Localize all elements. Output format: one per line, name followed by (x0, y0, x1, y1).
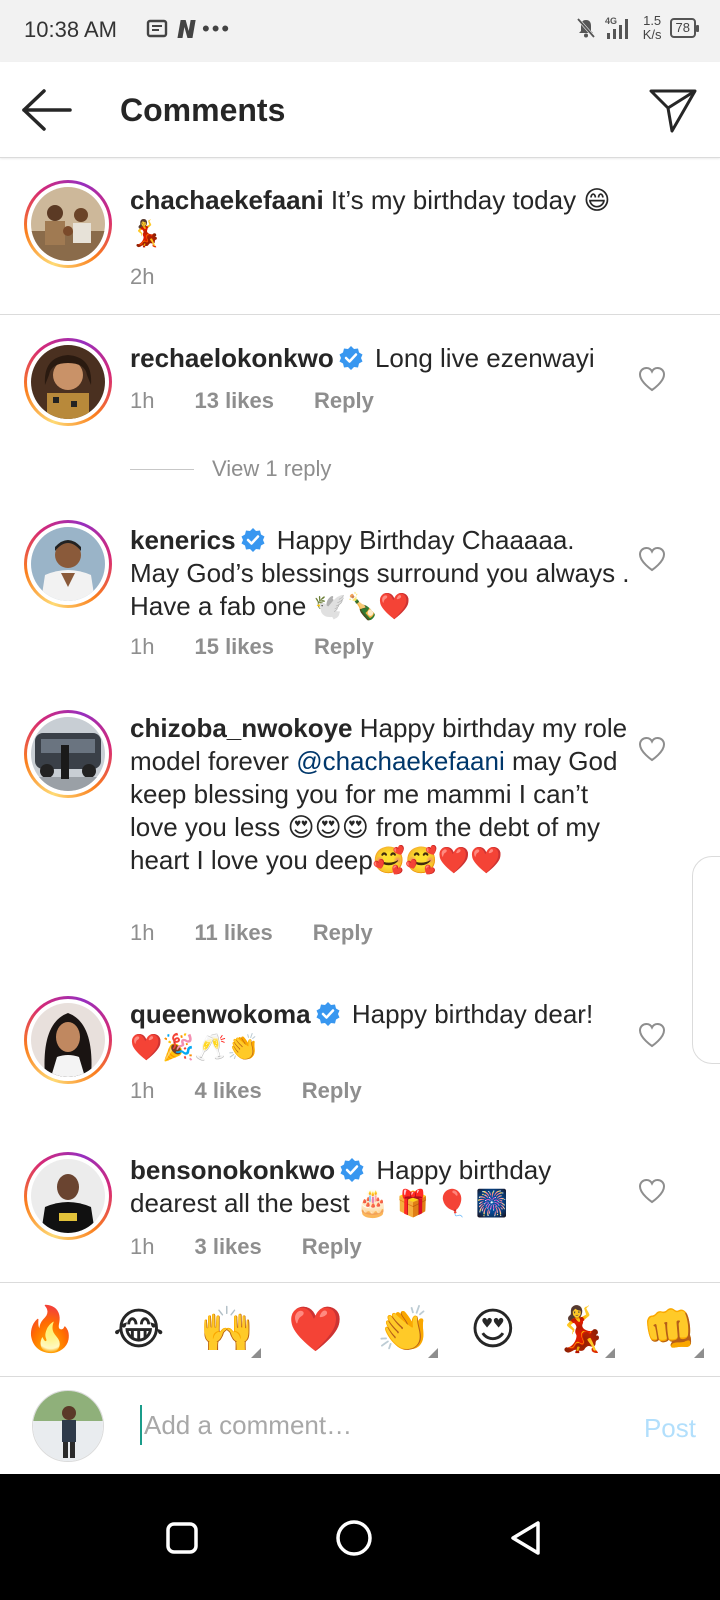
reply-button[interactable]: Reply (313, 920, 373, 946)
mention-link[interactable]: @chachaekefaani (296, 746, 505, 776)
comment-likes[interactable]: 11 likes (194, 920, 272, 946)
like-heart-icon[interactable] (638, 1022, 666, 1048)
back-nav-icon[interactable] (506, 1518, 546, 1558)
reply-button[interactable]: Reply (314, 388, 374, 414)
comment-likes[interactable]: 3 likes (194, 1234, 261, 1260)
network-speed: 1.5 K/s (642, 13, 662, 42)
status-right-icons: 4G 1.5 K/s 78 (575, 13, 700, 42)
caption-divider (0, 314, 720, 315)
comment-meta: 1h 4 likes Reply (130, 1078, 362, 1104)
reply-button[interactable]: Reply (314, 634, 374, 660)
comments-header: Comments (0, 62, 720, 158)
reply-button[interactable]: Reply (302, 1234, 362, 1260)
back-arrow-icon[interactable] (20, 88, 74, 132)
heart-eyes-emoji-button[interactable]: 😍 (457, 1300, 529, 1360)
avatar-photo (31, 717, 105, 791)
comment-time: 1h (130, 388, 155, 413)
comment-username[interactable]: queenwokoma (130, 999, 311, 1029)
comment-text: kenerics Happy Birthday Chaaaaa. May God… (130, 524, 630, 623)
reply-button[interactable]: Reply (302, 1078, 362, 1104)
page-title: Comments (120, 92, 286, 128)
fist-emoji-button[interactable]: 👊 (634, 1300, 706, 1360)
comment-time: 1h (130, 1234, 155, 1259)
comment-time: 1h (130, 1078, 155, 1103)
avatar-photo (31, 527, 105, 601)
more-notifications-icon: ••• (202, 16, 232, 41)
skin-tone-indicator (693, 1347, 704, 1358)
side-drawer-handle[interactable] (692, 856, 720, 1064)
like-heart-icon[interactable] (638, 546, 666, 572)
comment-likes[interactable]: 13 likes (194, 388, 274, 414)
like-heart-icon[interactable] (638, 1178, 666, 1204)
comment-text: chizoba_nwokoye Happy birthday my role m… (130, 712, 630, 877)
comment-username[interactable]: chizoba_nwokoye (130, 713, 353, 743)
view-replies-label: View 1 reply (212, 456, 332, 481)
comment-username[interactable]: kenerics (130, 525, 236, 555)
caption-time: 2h (130, 264, 155, 289)
comment-time: 1h (130, 634, 155, 659)
skin-tone-indicator (428, 1347, 439, 1358)
laughing-emoji-button[interactable]: 😂 (103, 1300, 175, 1360)
comment-text: rechaelokonkwo Long live ezenwayi (130, 342, 630, 375)
avatar-photo (31, 187, 105, 261)
raised-hands-emoji-button[interactable]: 🙌 (191, 1300, 263, 1360)
comment-username[interactable]: bensonokonkwo (130, 1155, 335, 1185)
status-time: 10:38 AM (24, 17, 117, 42)
comment-likes[interactable]: 15 likes (194, 634, 274, 660)
comment-meta: 1h 11 likes Reply (130, 920, 373, 946)
status-bar: 10:38 AM ••• 4G 1.5 K/s 78 (0, 0, 720, 62)
bell-muted-icon (576, 18, 595, 38)
commenter-avatar[interactable] (24, 710, 112, 798)
dancer-emoji-button[interactable]: 💃 (545, 1300, 617, 1360)
caption-text: chachaekefaani It’s my birthday today 😄 … (130, 184, 630, 250)
battery-indicator: 78 (669, 18, 700, 38)
netflix-n-icon (177, 20, 196, 38)
caption-meta: 2h (130, 264, 154, 290)
comment-meta: 1h 15 likes Reply (130, 634, 374, 660)
heart-emoji-button[interactable]: ❤️ (280, 1300, 352, 1360)
comment-time: 1h (130, 920, 155, 945)
home-icon[interactable] (334, 1518, 374, 1558)
current-user-avatar (32, 1390, 104, 1462)
comment-likes[interactable]: 4 likes (194, 1078, 261, 1104)
comment-text: bensonokonkwo Happy birthday dearest all… (130, 1154, 630, 1220)
avatar-photo (31, 1159, 105, 1233)
commenter-avatar[interactable] (24, 520, 112, 608)
commenter-avatar[interactable] (24, 338, 112, 426)
post-button[interactable]: Post (644, 1413, 696, 1444)
view-replies-link[interactable]: View 1 reply (130, 456, 331, 482)
avatar-photo (31, 345, 105, 419)
direct-send-icon[interactable] (648, 86, 698, 134)
commenter-avatar[interactable] (24, 996, 112, 1084)
comment-meta: 1h 13 likes Reply (130, 388, 374, 414)
avatar-photo (31, 1003, 105, 1077)
comment-composer: Post (0, 1376, 720, 1474)
comment-body: Long live ezenwayi (374, 343, 595, 373)
emoji-quick-bar: 🔥 😂 🙌 ❤️ 👏 😍 💃 👊 (0, 1282, 720, 1376)
caption-username[interactable]: chachaekefaani (130, 185, 324, 215)
comment-meta: 1h 3 likes Reply (130, 1234, 362, 1260)
like-heart-icon[interactable] (638, 736, 666, 762)
verified-badge-icon (316, 1002, 340, 1026)
clapping-emoji-button[interactable]: 👏 (368, 1300, 440, 1360)
skin-tone-indicator (251, 1347, 262, 1358)
skin-tone-indicator (605, 1347, 616, 1358)
system-navigation-bar (0, 1474, 720, 1600)
like-heart-icon[interactable] (638, 366, 666, 392)
caption-avatar[interactable] (24, 180, 112, 268)
add-comment-input[interactable] (140, 1405, 580, 1445)
view-replies-line (130, 468, 194, 470)
message-icon (146, 19, 168, 38)
comment-text: queenwokoma Happy birthday dear! ❤️🎉🥂👏 (130, 998, 630, 1064)
verified-badge-icon (241, 528, 265, 552)
verified-badge-icon (340, 1158, 364, 1182)
comment-username[interactable]: rechaelokonkwo (130, 343, 334, 373)
fire-emoji-button[interactable]: 🔥 (14, 1300, 86, 1360)
recent-apps-icon[interactable] (162, 1518, 202, 1558)
commenter-avatar[interactable] (24, 1152, 112, 1240)
verified-badge-icon (339, 346, 363, 370)
svg-text:4G: 4G (605, 16, 617, 26)
signal-4g-icon: 4G (605, 16, 628, 39)
status-notification-icons: ••• (146, 18, 231, 40)
